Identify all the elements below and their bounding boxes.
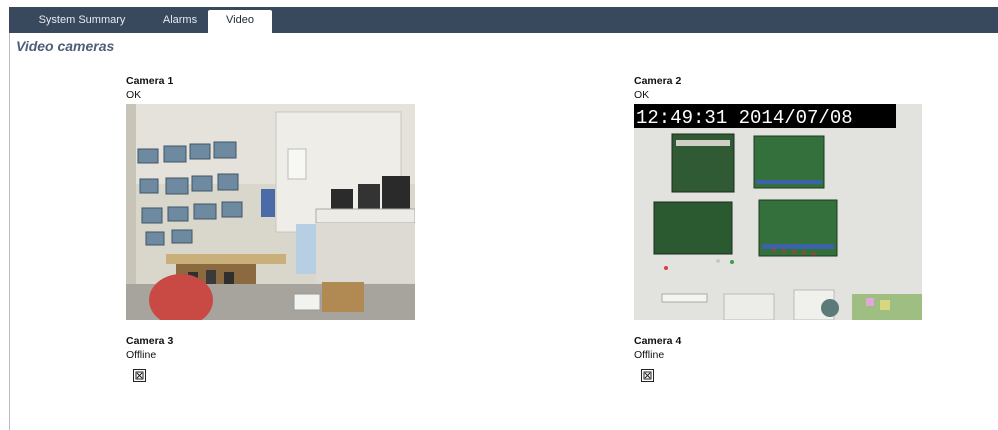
content-frame-border (9, 32, 10, 430)
camera-panel-2: Camera 2 OK 12:49:31 2014/07/08 (634, 74, 934, 320)
camera-name: Camera 2 (634, 75, 682, 87)
camera-panel-1: Camera 1 OK (126, 74, 426, 320)
tab-alarms[interactable]: Alarms (150, 7, 210, 33)
broken-image-icon (641, 369, 654, 382)
camera-status: Offline (634, 349, 665, 361)
camera-status: Offline (126, 349, 157, 361)
camera-timestamp-overlay: 12:49:31 2014/07/08 (636, 107, 853, 129)
camera-feed-image[interactable] (126, 104, 415, 320)
camera-panel-4: Camera 4 Offline (634, 334, 934, 382)
camera-panel-3: Camera 3 Offline (126, 334, 426, 382)
camera-name: Camera 3 (126, 335, 174, 347)
camera-status: OK (634, 89, 650, 101)
page-title: Video cameras (16, 38, 115, 54)
tab-bar: System Summary Alarms Video (9, 7, 998, 33)
camera-name: Camera 1 (126, 75, 174, 87)
tab-system-summary[interactable]: System Summary (19, 7, 145, 33)
broken-image-icon (133, 369, 146, 382)
camera-name: Camera 4 (634, 335, 682, 347)
camera-status: OK (126, 89, 142, 101)
camera-feed-image[interactable]: 12:49:31 2014/07/08 (634, 104, 922, 320)
tab-video[interactable]: Video (208, 10, 272, 33)
